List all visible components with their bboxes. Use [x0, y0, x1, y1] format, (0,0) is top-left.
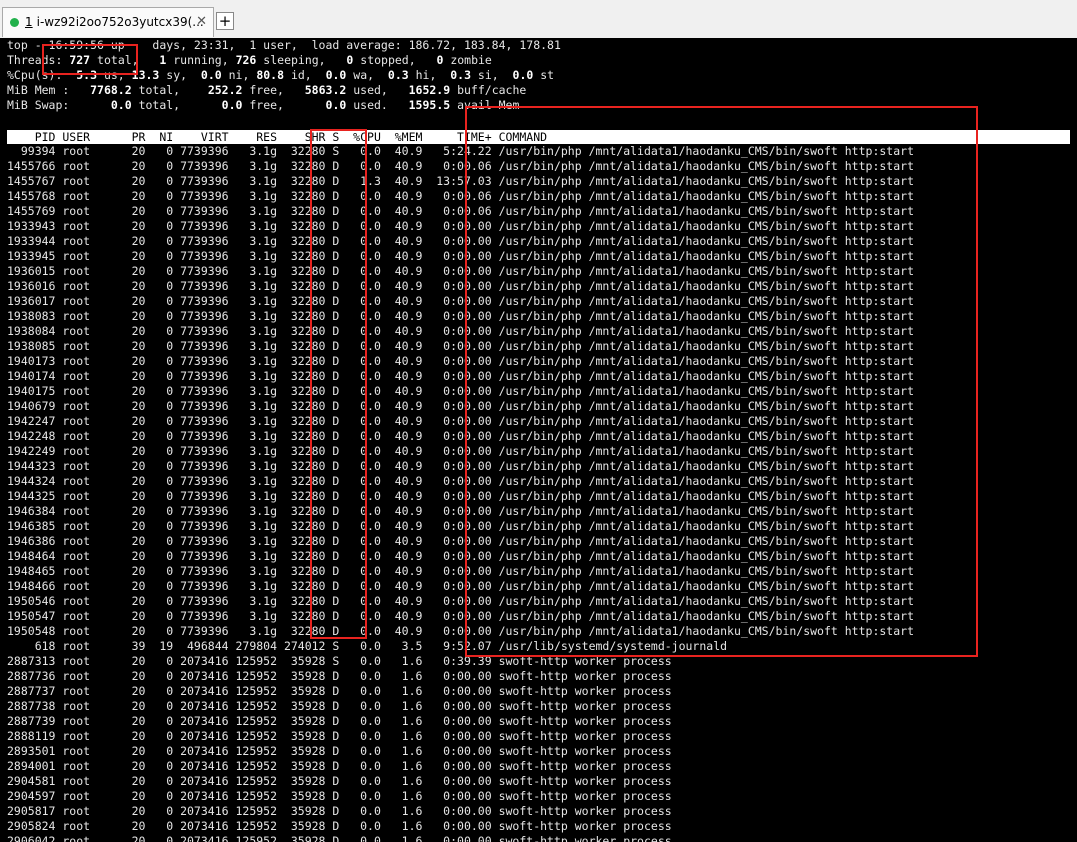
cpu-st: 0.0: [512, 68, 534, 82]
cpu-ni: 0.0: [200, 68, 222, 82]
threads-stopped: 0: [346, 53, 354, 67]
process-row[interactable]: 2904597 root 20 0 2073416 125952 35928 D…: [7, 789, 672, 804]
tab-title: i-wz92i2oo752o3yutcx39(...: [36, 15, 204, 29]
cpu-hi: 0.3: [387, 68, 409, 82]
process-row[interactable]: 2887738 root 20 0 2073416 125952 35928 D…: [7, 699, 672, 714]
terminal[interactable]: top - 16:59:56 up days, 23:31, 1 user, l…: [0, 38, 1077, 842]
process-row[interactable]: 2887739 root 20 0 2073416 125952 35928 D…: [7, 714, 672, 729]
swap-used: 0.0: [325, 98, 347, 112]
swap-total: 0.0: [110, 98, 132, 112]
process-row[interactable]: 2905824 root 20 0 2073416 125952 35928 D…: [7, 819, 672, 834]
swap-label: MiB Swap:: [7, 98, 70, 112]
new-tab-button[interactable]: +: [216, 12, 234, 30]
process-row[interactable]: 2888119 root 20 0 2073416 125952 35928 D…: [7, 729, 672, 744]
connected-status-icon: [10, 18, 19, 27]
mem-total: 7768.2: [90, 83, 132, 97]
threads-zombie: 0: [436, 53, 444, 67]
mem-used: 5863.2: [304, 83, 347, 97]
swap-avail: 1595.5: [408, 98, 451, 112]
cpu-si: 0.3: [450, 68, 471, 82]
mem-label: MiB Mem :: [7, 83, 70, 97]
process-row[interactable]: 2906042 root 20 0 2073416 125952 35928 D…: [7, 834, 672, 842]
threads-stopped-label: stopped,: [360, 53, 416, 67]
mem-buff: 1652.9: [408, 83, 451, 97]
threads-running-label: running,: [173, 53, 229, 67]
process-row[interactable]: 2904581 root 20 0 2073416 125952 35928 D…: [7, 774, 672, 789]
threads-sleeping-label: sleeping,: [263, 53, 326, 67]
threads-highlight-box: [42, 44, 138, 75]
cpu-id: 80.8: [256, 68, 285, 82]
swap-free: 0.0: [221, 98, 243, 112]
process-row[interactable]: 2887737 root 20 0 2073416 125952 35928 D…: [7, 684, 672, 699]
swap-line: MiB Swap: 0.0 total, 0.0 free, 0.0 used.…: [7, 98, 520, 112]
mem-free: 252.2: [207, 83, 243, 97]
close-icon[interactable]: ✕: [196, 14, 207, 29]
process-row[interactable]: 2894001 root 20 0 2073416 125952 35928 D…: [7, 759, 672, 774]
command-highlight-box: [465, 106, 978, 657]
threads-zombie-label: zombie: [450, 53, 492, 67]
cpu-wa: 0.0: [325, 68, 347, 82]
threads-running: 1: [159, 53, 167, 67]
process-row[interactable]: 2905817 root 20 0 2073416 125952 35928 D…: [7, 804, 672, 819]
mem-line: MiB Mem : 7768.2 total, 252.2 free, 5863…: [7, 83, 527, 97]
process-row[interactable]: 2887736 root 20 0 2073416 125952 35928 D…: [7, 669, 672, 684]
process-row[interactable]: 2893501 root 20 0 2073416 125952 35928 D…: [7, 744, 672, 759]
session-tab-label: 1 i-wz92i2oo752o3yutcx39(...: [25, 15, 204, 29]
tab-bar: 1 i-wz92i2oo752o3yutcx39(... ✕ +: [0, 0, 1077, 39]
session-tab[interactable]: 1 i-wz92i2oo752o3yutcx39(... ✕: [2, 7, 214, 37]
tab-number: 1: [25, 15, 33, 29]
state-column-highlight-box: [310, 129, 367, 639]
threads-sleeping: 726: [235, 53, 257, 67]
